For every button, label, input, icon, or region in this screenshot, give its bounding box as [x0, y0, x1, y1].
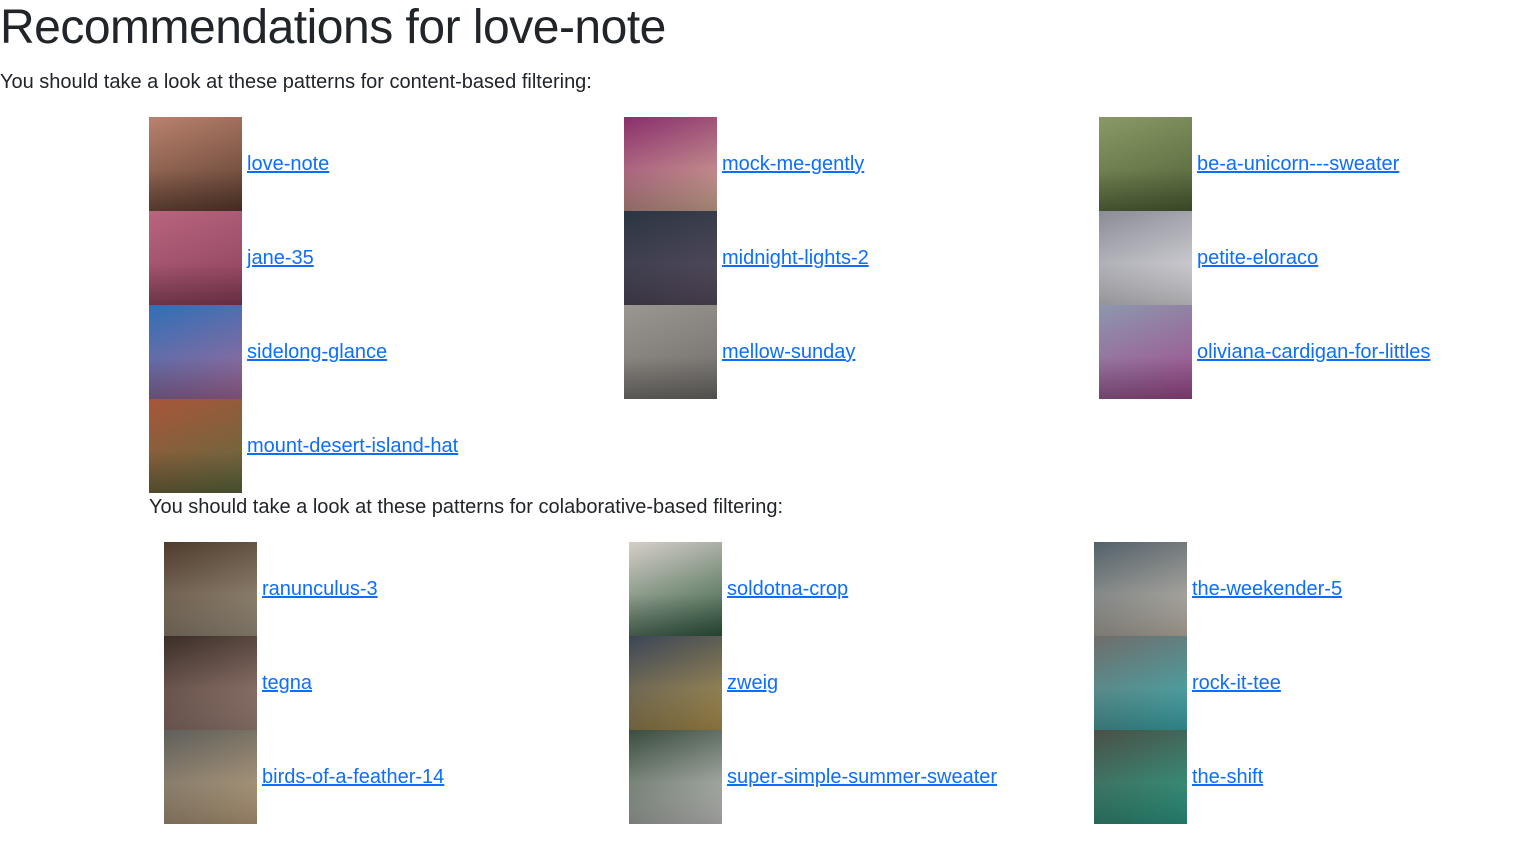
pattern-link-label[interactable]: petite-eloraco — [1192, 246, 1318, 270]
pattern-link[interactable]: petite-eloraco — [1099, 211, 1399, 305]
pattern-link[interactable]: the-shift — [1094, 730, 1394, 824]
page-title: Recommendations for love-note — [0, 1, 666, 54]
pattern-link[interactable]: mock-me-gently — [624, 117, 1099, 211]
pattern-link-label[interactable]: jane-35 — [242, 246, 314, 270]
pattern-link[interactable]: be-a-unicorn---sweater — [1099, 117, 1399, 211]
pattern-thumbnail[interactable] — [149, 399, 242, 493]
pattern-thumbnail[interactable] — [164, 636, 257, 730]
pattern-link[interactable]: birds-of-a-feather-14 — [164, 730, 629, 824]
collaborative-grid: ranunculus-3 soldotna-crop the-weekender-5… — [164, 542, 1394, 824]
pattern-thumbnail[interactable] — [164, 730, 257, 824]
pattern-link[interactable]: mount-desert-island-hat — [149, 399, 624, 493]
pattern-link-label[interactable]: rock-it-tee — [1187, 671, 1281, 695]
pattern-thumbnail[interactable] — [1099, 117, 1192, 211]
pattern-thumbnail[interactable] — [1099, 211, 1192, 305]
pattern-link[interactable]: soldotna-crop — [629, 542, 1094, 636]
pattern-thumbnail[interactable] — [624, 117, 717, 211]
pattern-link-label[interactable]: oliviana-cardigan-for-littles — [1192, 340, 1430, 364]
pattern-link-label[interactable]: mock-me-gently — [717, 152, 864, 176]
pattern-thumbnail[interactable] — [624, 305, 717, 399]
pattern-link[interactable]: rock-it-tee — [1094, 636, 1394, 730]
pattern-link-label[interactable]: be-a-unicorn---sweater — [1192, 152, 1399, 176]
pattern-thumbnail[interactable] — [149, 305, 242, 399]
pattern-link[interactable]: jane-35 — [149, 211, 624, 305]
pattern-link[interactable]: love-note — [149, 117, 624, 211]
pattern-thumbnail[interactable] — [629, 542, 722, 636]
pattern-thumbnail[interactable] — [149, 211, 242, 305]
pattern-link-label[interactable]: the-weekender-5 — [1187, 577, 1342, 601]
pattern-thumbnail[interactable] — [1094, 730, 1187, 824]
pattern-link[interactable]: zweig — [629, 636, 1094, 730]
pattern-link-label[interactable]: tegna — [257, 671, 312, 695]
pattern-link-label[interactable]: super-simple-summer-sweater — [722, 765, 997, 789]
pattern-thumbnail[interactable] — [629, 730, 722, 824]
content-based-intro: You should take a look at these patterns… — [0, 71, 592, 93]
pattern-thumbnail[interactable] — [1094, 542, 1187, 636]
pattern-thumbnail[interactable] — [1099, 305, 1192, 399]
pattern-thumbnail[interactable] — [164, 542, 257, 636]
pattern-link[interactable]: tegna — [164, 636, 629, 730]
pattern-thumbnail[interactable] — [624, 211, 717, 305]
collaborative-intro: You should take a look at these patterns… — [149, 496, 784, 518]
pattern-link-label[interactable]: sidelong-glance — [242, 340, 387, 364]
pattern-link[interactable]: mellow-sunday — [624, 305, 1099, 399]
pattern-link-label[interactable]: mount-desert-island-hat — [242, 434, 458, 458]
pattern-link-label[interactable]: soldotna-crop — [722, 577, 848, 601]
pattern-link[interactable]: midnight-lights-2 — [624, 211, 1099, 305]
pattern-link-label[interactable]: the-shift — [1187, 765, 1263, 789]
content-based-grid: love-note mock-me-gently be-a-unicorn---sw… — [149, 117, 1430, 493]
pattern-link[interactable]: oliviana-cardigan-for-littles — [1099, 305, 1430, 399]
pattern-link-label[interactable]: zweig — [722, 671, 778, 695]
pattern-thumbnail[interactable] — [1094, 636, 1187, 730]
pattern-link-label[interactable]: love-note — [242, 152, 329, 176]
pattern-link-label[interactable]: ranunculus-3 — [257, 577, 378, 601]
pattern-link[interactable]: super-simple-summer-sweater — [629, 730, 1094, 824]
pattern-thumbnail[interactable] — [149, 117, 242, 211]
pattern-link[interactable]: ranunculus-3 — [164, 542, 629, 636]
pattern-link-label[interactable]: birds-of-a-feather-14 — [257, 765, 444, 789]
pattern-thumbnail[interactable] — [629, 636, 722, 730]
pattern-link-label[interactable]: midnight-lights-2 — [717, 246, 869, 270]
pattern-link[interactable]: the-weekender-5 — [1094, 542, 1394, 636]
pattern-link-label[interactable]: mellow-sunday — [717, 340, 855, 364]
pattern-link[interactable]: sidelong-glance — [149, 305, 624, 399]
